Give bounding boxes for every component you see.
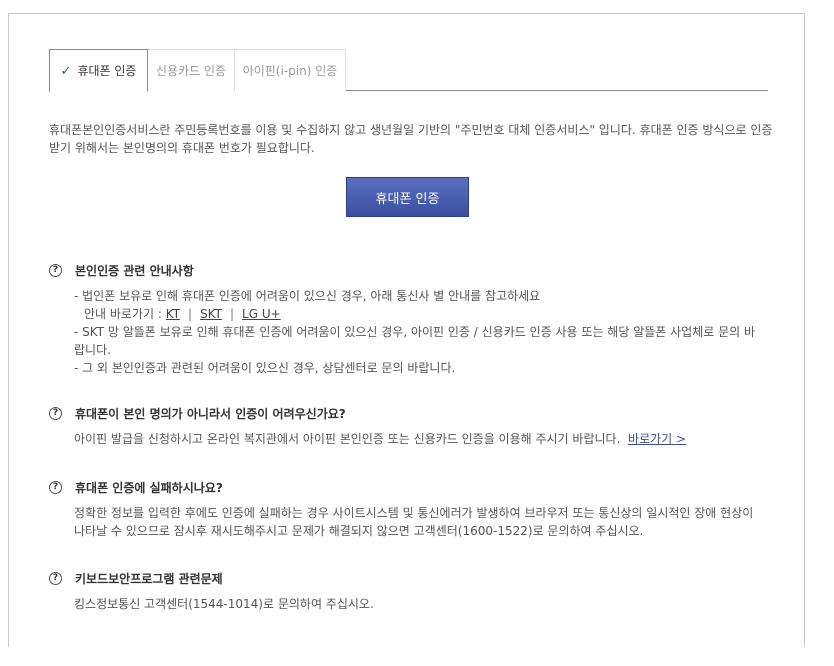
failed-text: 정확한 정보를 입력한 후에도 인증에 실패하는 경우 사이트시스템 및 통신에… [74, 506, 754, 538]
intro-text: 휴대폰본인인증서비스란 주민등록번호를 이용 및 수집하지 않고 생년월일 기반… [49, 123, 773, 155]
guide-line-2: - SKT 망 알뜰폰 보유로 인해 휴대폰 인증에 어려움이 있으신 경우, … [74, 325, 756, 357]
tab-ipin-auth[interactable]: 아이핀(i-pin) 인증 [234, 49, 346, 91]
section-body: 킹스정보통신 고객센터(1544-1014)로 문의하여 주십시오. [74, 595, 764, 613]
tab-phone-auth[interactable]: ✓ 휴대폰 인증 [49, 49, 148, 92]
shortcut-link[interactable]: 바로가기 > [628, 432, 686, 446]
carrier-link-skt[interactable]: SKT [200, 307, 222, 321]
question-icon: ? [49, 481, 62, 494]
section-body: 정확한 정보를 입력한 후에도 인증에 실패하는 경우 사이트시스템 및 통신에… [74, 504, 764, 540]
tab-card-auth[interactable]: 신용카드 인증 [147, 49, 235, 91]
not-owner-text: 아이핀 발급을 신청하시고 온라인 복지관에서 아이핀 본인인증 또는 신용카드… [74, 432, 621, 446]
section-title: 휴대폰이 본인 명의가 아니라서 인증이 어려우신가요? [75, 407, 346, 421]
carrier-link-lgu[interactable]: LG U+ [242, 307, 281, 321]
section-title: 휴대폰 인증에 실패하시나요? [75, 481, 223, 495]
phone-auth-button[interactable]: 휴대폰 인증 [346, 177, 469, 217]
section-title: 본인인증 관련 안내사항 [75, 264, 194, 278]
divider: | [229, 307, 235, 321]
keyboard-text: 킹스정보통신 고객센터(1544-1014)로 문의하여 주십시오. [74, 597, 374, 611]
content-panel: ✓ 휴대폰 인증 신용카드 인증 아이핀(i-pin) 인증 휴대폰본인인증서비스… [8, 13, 805, 647]
section-body: - 법인폰 보유로 인해 휴대폰 인증에 어려움이 있으신 경우, 아래 통신사… [74, 287, 764, 377]
check-icon: ✓ [60, 64, 72, 79]
guide-line-1: - 법인폰 보유로 인해 휴대폰 인증에 어려움이 있으신 경우, 아래 통신사… [74, 289, 541, 303]
tab-label: 휴대폰 인증 [77, 64, 137, 78]
carrier-shortcuts: 안내 바로가기 : KT | SKT | LG U+ [74, 305, 764, 323]
question-icon: ? [49, 407, 62, 420]
tab-label: 아이핀(i-pin) 인증 [242, 64, 338, 78]
section-body: 아이핀 발급을 신청하시고 온라인 복지관에서 아이핀 본인인증 또는 신용카드… [74, 430, 764, 448]
tab-label: 신용카드 인증 [155, 64, 227, 78]
question-icon: ? [49, 572, 62, 585]
guide-line-3: - 그 외 본인인증과 관련된 어려움이 있으신 경우, 상담센터로 문의 바랍… [74, 361, 456, 375]
carrier-link-kt[interactable]: KT [166, 307, 180, 321]
auth-tabs: ✓ 휴대폰 인증 신용카드 인증 아이핀(i-pin) 인증 [49, 49, 768, 92]
question-icon: ? [49, 264, 62, 277]
section-title: 키보드보안프로그램 관련문제 [75, 572, 223, 586]
divider: | [188, 307, 193, 321]
shortcut-label: 안내 바로가기 : [84, 307, 162, 321]
